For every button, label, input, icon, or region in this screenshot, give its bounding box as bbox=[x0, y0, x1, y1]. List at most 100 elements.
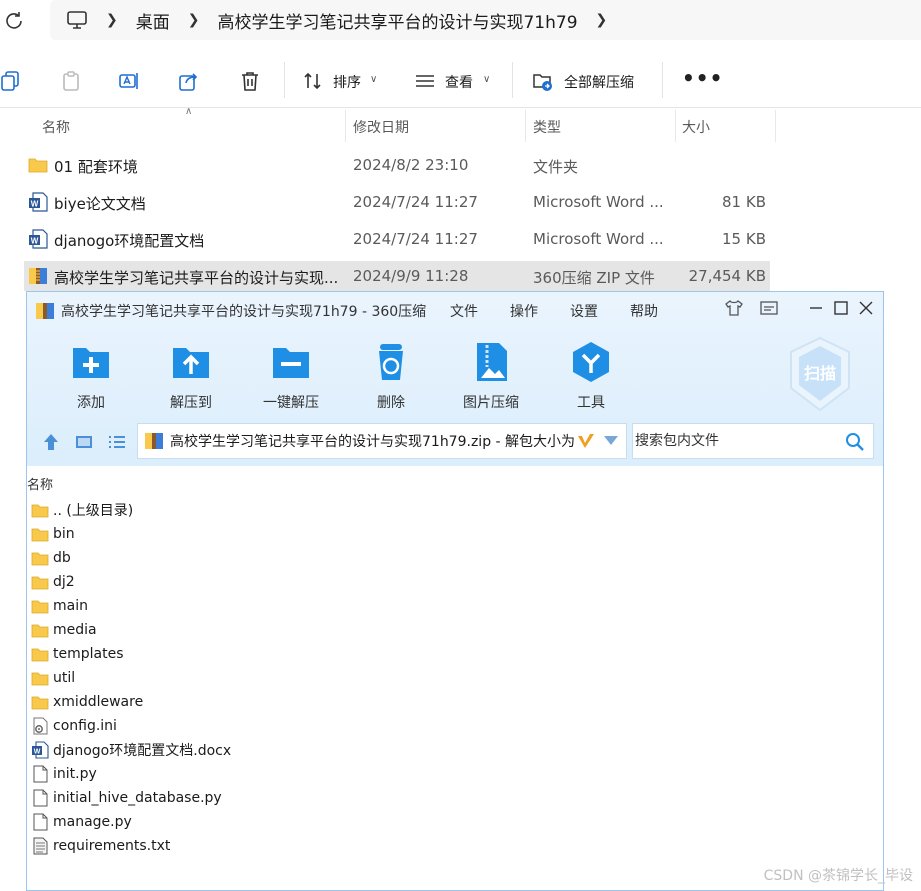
refresh-icon[interactable] bbox=[4, 10, 24, 30]
archive-entry[interactable]: main bbox=[31, 594, 88, 618]
feedback-icon[interactable] bbox=[759, 298, 779, 318]
rename-icon[interactable] bbox=[118, 70, 140, 92]
column-divider[interactable] bbox=[525, 110, 526, 142]
archive-entry[interactable]: db bbox=[31, 546, 71, 570]
menu-operation[interactable]: 操作 bbox=[510, 301, 538, 321]
extract-all-icon[interactable] bbox=[532, 70, 554, 92]
file-size: 81 KB bbox=[722, 193, 766, 211]
extract-to-button[interactable]: 解压到 bbox=[148, 340, 234, 412]
one-click-extract-button[interactable]: 一键解压 bbox=[248, 340, 334, 412]
column-divider[interactable] bbox=[675, 110, 676, 142]
column-divider[interactable] bbox=[775, 110, 776, 142]
zip-column-header-name[interactable]: 名称 bbox=[27, 474, 53, 493]
column-header-type[interactable]: 类型 bbox=[533, 117, 561, 149]
archive-entry[interactable]: init.py bbox=[31, 762, 97, 786]
watermark: CSDN @茶锦学长_毕设 bbox=[763, 868, 913, 884]
archive-entry-name: util bbox=[53, 670, 76, 686]
svg-text:W: W bbox=[31, 200, 39, 209]
more-options-icon[interactable]: ••• bbox=[682, 66, 723, 90]
archive-path-bar[interactable]: 高校学生学习笔记共享平台的设计与实现71h79.zip - 解包大小为 bbox=[137, 423, 627, 459]
folder-icon bbox=[31, 624, 49, 638]
menu-file[interactable]: 文件 bbox=[450, 301, 478, 321]
zip-window-title: 高校学生学习笔记共享平台的设计与实现71h79 - 360压缩 bbox=[61, 304, 427, 320]
view-button[interactable]: 查看 bbox=[445, 72, 473, 92]
file-row[interactable]: 01 配套环境 2024/8/2 23:10 文件夹 bbox=[24, 150, 770, 180]
one-click-extract-icon bbox=[273, 348, 309, 378]
breadcrumb-current-folder[interactable]: 高校学生学习笔记共享平台的设计与实现71h79 bbox=[217, 8, 577, 33]
file-icon bbox=[33, 765, 48, 783]
file-name: biye论文文档 bbox=[54, 195, 146, 213]
share-icon[interactable] bbox=[178, 70, 200, 92]
archive-entry[interactable]: Wdjanogo环境配置文档.docx bbox=[31, 738, 231, 762]
chevron-right-icon: ❯ bbox=[187, 12, 200, 28]
extract-all-button[interactable]: 全部解压缩 bbox=[564, 72, 634, 92]
extract-to-icon bbox=[173, 348, 209, 378]
archive-entry[interactable]: config.ini bbox=[31, 714, 117, 738]
list-view-icon[interactable] bbox=[107, 432, 127, 452]
archive-entry[interactable]: requirements.txt bbox=[31, 834, 170, 858]
up-arrow-icon[interactable] bbox=[41, 432, 61, 452]
delete-icon[interactable] bbox=[239, 70, 261, 92]
file-row[interactable]: W biye论文文档 2024/7/24 11:27 Microsoft Wor… bbox=[24, 187, 770, 217]
minimize-icon[interactable] bbox=[806, 298, 826, 318]
add-button[interactable]: 添加 bbox=[48, 340, 134, 412]
maximize-icon[interactable] bbox=[831, 298, 851, 318]
sort-icon[interactable] bbox=[302, 70, 324, 92]
search-input[interactable] bbox=[635, 432, 835, 448]
skin-icon[interactable] bbox=[724, 298, 744, 318]
archive-entry[interactable]: media bbox=[31, 618, 97, 642]
delete-button[interactable]: 删除 bbox=[348, 340, 434, 412]
column-header-name[interactable]: 名称 bbox=[42, 117, 70, 149]
image-compress-button[interactable]: 图片压缩 bbox=[448, 340, 534, 412]
file-row[interactable]: W djanogo环境配置文档 2024/7/24 11:27 Microsof… bbox=[24, 224, 770, 254]
folder-icon bbox=[31, 600, 49, 614]
tools-button[interactable]: 工具 bbox=[548, 340, 634, 412]
file-date: 2024/7/24 11:27 bbox=[353, 193, 478, 211]
sort-button[interactable]: 排序 bbox=[333, 72, 361, 92]
folder-icon bbox=[31, 696, 49, 710]
file-size: 27,454 KB bbox=[688, 267, 766, 285]
breadcrumb-desktop[interactable]: 桌面 bbox=[136, 8, 170, 33]
column-header-size[interactable]: 大小 bbox=[682, 117, 710, 149]
archive-entry[interactable]: .. (上级目录) bbox=[31, 498, 133, 522]
computer-icon[interactable] bbox=[66, 9, 88, 31]
paste-icon[interactable] bbox=[60, 70, 82, 92]
file-type: 360压缩 ZIP 文件 bbox=[533, 269, 655, 287]
chevron-down-icon: ∨ bbox=[483, 74, 491, 85]
close-icon[interactable] bbox=[856, 298, 876, 318]
file-row-selected[interactable]: 高校学生学习笔记共享平台的设计与实现... 2024/9/9 11:28 360… bbox=[24, 261, 770, 291]
archive-entry-name: db bbox=[53, 550, 71, 566]
svg-text:W: W bbox=[34, 749, 41, 756]
breadcrumb[interactable]: ❯ 桌面 ❯ 高校学生学习笔记共享平台的设计与实现71h79 ❯ bbox=[50, 0, 921, 40]
archive-search[interactable] bbox=[632, 423, 874, 459]
file-icon bbox=[33, 813, 48, 831]
archive-entry[interactable]: bin bbox=[31, 522, 75, 546]
archive-entry[interactable]: dj2 bbox=[31, 570, 75, 594]
divider bbox=[512, 62, 513, 98]
file-date: 2024/7/24 11:27 bbox=[353, 230, 478, 248]
menu-help[interactable]: 帮助 bbox=[630, 301, 658, 321]
archive-entry[interactable]: util bbox=[31, 666, 75, 690]
copy-icon[interactable] bbox=[0, 70, 22, 92]
chevron-right-icon[interactable]: ❯ bbox=[596, 12, 608, 28]
menu-settings[interactable]: 设置 bbox=[570, 301, 598, 321]
column-divider[interactable] bbox=[345, 110, 346, 142]
archive-entry[interactable]: manage.py bbox=[31, 810, 132, 834]
scan-shield-icon[interactable]: 扫描 bbox=[785, 334, 855, 414]
folder-icon bbox=[31, 528, 49, 542]
archive-entry-name: bin bbox=[53, 526, 75, 542]
file-name: 高校学生学习笔记共享平台的设计与实现... bbox=[54, 269, 339, 287]
archive-entry[interactable]: templates bbox=[31, 642, 124, 666]
archive-entry[interactable]: xmiddleware bbox=[31, 690, 143, 714]
file-type: Microsoft Word ... bbox=[533, 193, 664, 211]
archive-entry[interactable]: initial_hive_database.py bbox=[31, 786, 222, 810]
file-type: 文件夹 bbox=[533, 158, 579, 176]
column-header-date[interactable]: 修改日期 bbox=[353, 117, 409, 149]
file-size: 15 KB bbox=[722, 230, 766, 248]
thumbnail-view-icon[interactable] bbox=[74, 432, 94, 452]
file-icon bbox=[33, 789, 48, 807]
dropdown-arrow-icon[interactable] bbox=[604, 436, 618, 446]
view-icon[interactable] bbox=[414, 70, 436, 92]
archive-entry-name: config.ini bbox=[53, 718, 117, 734]
search-icon[interactable] bbox=[845, 432, 865, 452]
